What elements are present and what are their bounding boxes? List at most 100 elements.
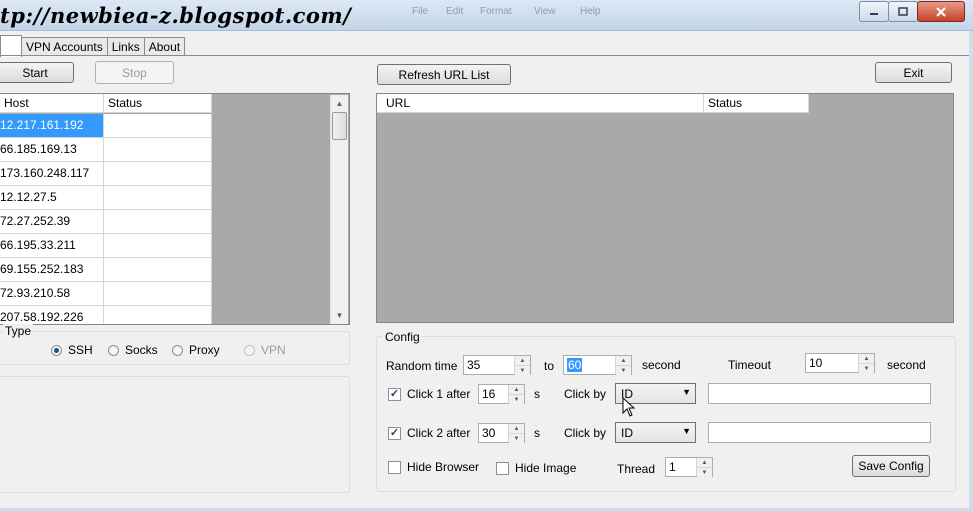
url-column-header[interactable]: URL — [377, 94, 704, 113]
click1-label: Click 1 after — [407, 387, 471, 401]
table-row[interactable]: 12.12.27.5 — [0, 186, 212, 210]
chevron-down-icon[interactable]: ▼ — [859, 364, 874, 373]
window-controls — [859, 1, 965, 22]
radio-proxy-dot[interactable] — [172, 344, 183, 356]
host-grid[interactable]: Host Status 12.217.161.192 66.185.169.13… — [0, 93, 350, 325]
thread-stepper[interactable]: 1 ▲ ▼ — [665, 457, 713, 477]
chevron-down-icon[interactable]: ▼ — [697, 468, 712, 477]
click2-by-select[interactable]: ID ▼ — [615, 422, 696, 443]
table-row[interactable]: 69.155.252.183 — [0, 258, 212, 282]
chevron-up-icon[interactable]: ▲ — [509, 385, 524, 395]
host-cell[interactable]: 69.155.252.183 — [0, 258, 104, 282]
click2-stepper[interactable]: 30 ▲ ▼ — [478, 423, 525, 443]
stop-button[interactable]: Stop — [95, 61, 174, 84]
tab-about[interactable]: About — [143, 37, 186, 56]
status-cell[interactable] — [104, 162, 212, 186]
table-row[interactable]: 66.195.33.211 — [0, 234, 212, 258]
refresh-url-list-button[interactable]: Refresh URL List — [377, 64, 511, 85]
checkbox-box[interactable] — [388, 460, 401, 474]
chevron-up-icon[interactable]: ▲ — [697, 458, 712, 468]
click1-stepper[interactable]: 16 ▲ ▼ — [478, 384, 525, 404]
status-cell[interactable] — [104, 210, 212, 234]
click1-value[interactable]: 16 — [482, 387, 495, 401]
tab-main[interactable] — [0, 35, 22, 57]
status-column-header[interactable]: Status — [104, 94, 212, 113]
maximize-button[interactable] — [888, 1, 918, 22]
chevron-down-icon[interactable]: ▼ — [509, 395, 524, 404]
table-row[interactable]: 207.58.192.226 — [0, 306, 212, 324]
table-row[interactable]: 72.27.252.39 — [0, 210, 212, 234]
host-cell[interactable]: 207.58.192.226 — [0, 306, 104, 324]
host-cell[interactable]: 12.12.27.5 — [0, 186, 104, 210]
checkbox-box[interactable] — [496, 461, 509, 475]
table-row[interactable]: 66.185.169.13 — [0, 138, 212, 162]
host-cell[interactable]: 66.185.169.13 — [0, 138, 104, 162]
thread-value[interactable]: 1 — [669, 460, 676, 474]
timeout-value[interactable]: 10 — [809, 356, 822, 370]
radio-vpn-dot[interactable] — [244, 344, 255, 356]
chevron-up-icon[interactable]: ▲ — [859, 354, 874, 364]
save-config-button[interactable]: Save Config — [852, 455, 930, 477]
host-cell[interactable]: 66.195.33.211 — [0, 234, 104, 258]
hide-image-checkbox[interactable]: Hide Image — [496, 461, 576, 475]
click1-target-input[interactable] — [708, 383, 931, 404]
chevron-up-icon[interactable]: ▲ — [515, 356, 530, 366]
minimize-button[interactable] — [859, 1, 889, 22]
log-panel — [0, 376, 350, 493]
start-button[interactable]: Start — [0, 62, 74, 83]
timeout-stepper[interactable]: 10 ▲ ▼ — [805, 353, 875, 373]
host-cell[interactable]: 12.217.161.192 — [0, 114, 104, 138]
status-cell[interactable] — [104, 306, 212, 324]
click1-checkbox[interactable]: ✓ Click 1 after — [388, 387, 470, 401]
tab-vpn-accounts[interactable]: VPN Accounts — [21, 37, 108, 56]
scroll-down-arrow-icon[interactable]: ▼ — [331, 307, 348, 324]
status-cell[interactable] — [104, 114, 212, 138]
checkmark-icon[interactable]: ✓ — [388, 387, 401, 401]
host-cell[interactable]: 72.93.210.58 — [0, 282, 104, 306]
table-row[interactable]: 173.160.248.117 — [0, 162, 212, 186]
status-cell[interactable] — [104, 282, 212, 306]
radio-socks-dot[interactable] — [108, 344, 119, 356]
main-window: VPN Accounts Links About Start Stop Refr… — [0, 31, 969, 508]
url-grid[interactable]: URL Status — [376, 93, 954, 323]
radio-proxy[interactable]: Proxy — [172, 343, 220, 357]
close-button[interactable] — [917, 1, 965, 22]
tab-links[interactable]: Links — [106, 37, 145, 56]
random-from-stepper[interactable]: 35 ▲ ▼ — [463, 355, 531, 375]
scroll-thumb[interactable] — [332, 112, 347, 140]
minimize-icon — [870, 12, 878, 15]
status-cell[interactable] — [104, 258, 212, 282]
ghost-menu-file: File — [412, 6, 429, 17]
random-from-value[interactable]: 35 — [467, 358, 480, 372]
host-cell[interactable]: 72.27.252.39 — [0, 210, 104, 234]
hide-browser-checkbox[interactable]: Hide Browser — [388, 460, 479, 474]
status-cell[interactable] — [104, 234, 212, 258]
table-row[interactable]: 72.93.210.58 — [0, 282, 212, 306]
random-to-stepper[interactable]: 60 ▲ ▼ — [563, 355, 632, 375]
random-to-value[interactable]: 60 — [567, 358, 583, 372]
chevron-down-icon[interactable]: ▼ — [509, 434, 524, 443]
chevron-up-icon[interactable]: ▲ — [616, 356, 631, 366]
host-column-header[interactable]: Host — [0, 94, 104, 113]
chevron-down-icon[interactable]: ▼ — [616, 366, 631, 375]
click2-value[interactable]: 30 — [482, 426, 495, 440]
chevron-up-icon[interactable]: ▲ — [509, 424, 524, 434]
dropdown-arrow-icon[interactable]: ▼ — [682, 387, 691, 397]
radio-vpn[interactable]: VPN — [244, 343, 286, 357]
host-cell[interactable]: 173.160.248.117 — [0, 162, 104, 186]
status-cell[interactable] — [104, 138, 212, 162]
dropdown-arrow-icon[interactable]: ▼ — [682, 426, 691, 436]
radio-ssh[interactable]: SSH — [51, 343, 93, 357]
radio-socks[interactable]: Socks — [108, 343, 158, 357]
exit-button[interactable]: Exit — [875, 62, 952, 83]
chevron-down-icon[interactable]: ▼ — [515, 366, 530, 375]
url-status-column-header[interactable]: Status — [704, 94, 809, 113]
status-cell[interactable] — [104, 186, 212, 210]
click2-checkbox[interactable]: ✓ Click 2 after — [388, 426, 470, 440]
host-grid-scrollbar[interactable]: ▲ ▼ — [330, 95, 348, 324]
radio-ssh-dot[interactable] — [51, 344, 62, 356]
checkmark-icon[interactable]: ✓ — [388, 426, 401, 440]
click2-target-input[interactable] — [708, 422, 931, 443]
scroll-up-arrow-icon[interactable]: ▲ — [331, 95, 348, 112]
table-row[interactable]: 12.217.161.192 — [0, 114, 212, 138]
